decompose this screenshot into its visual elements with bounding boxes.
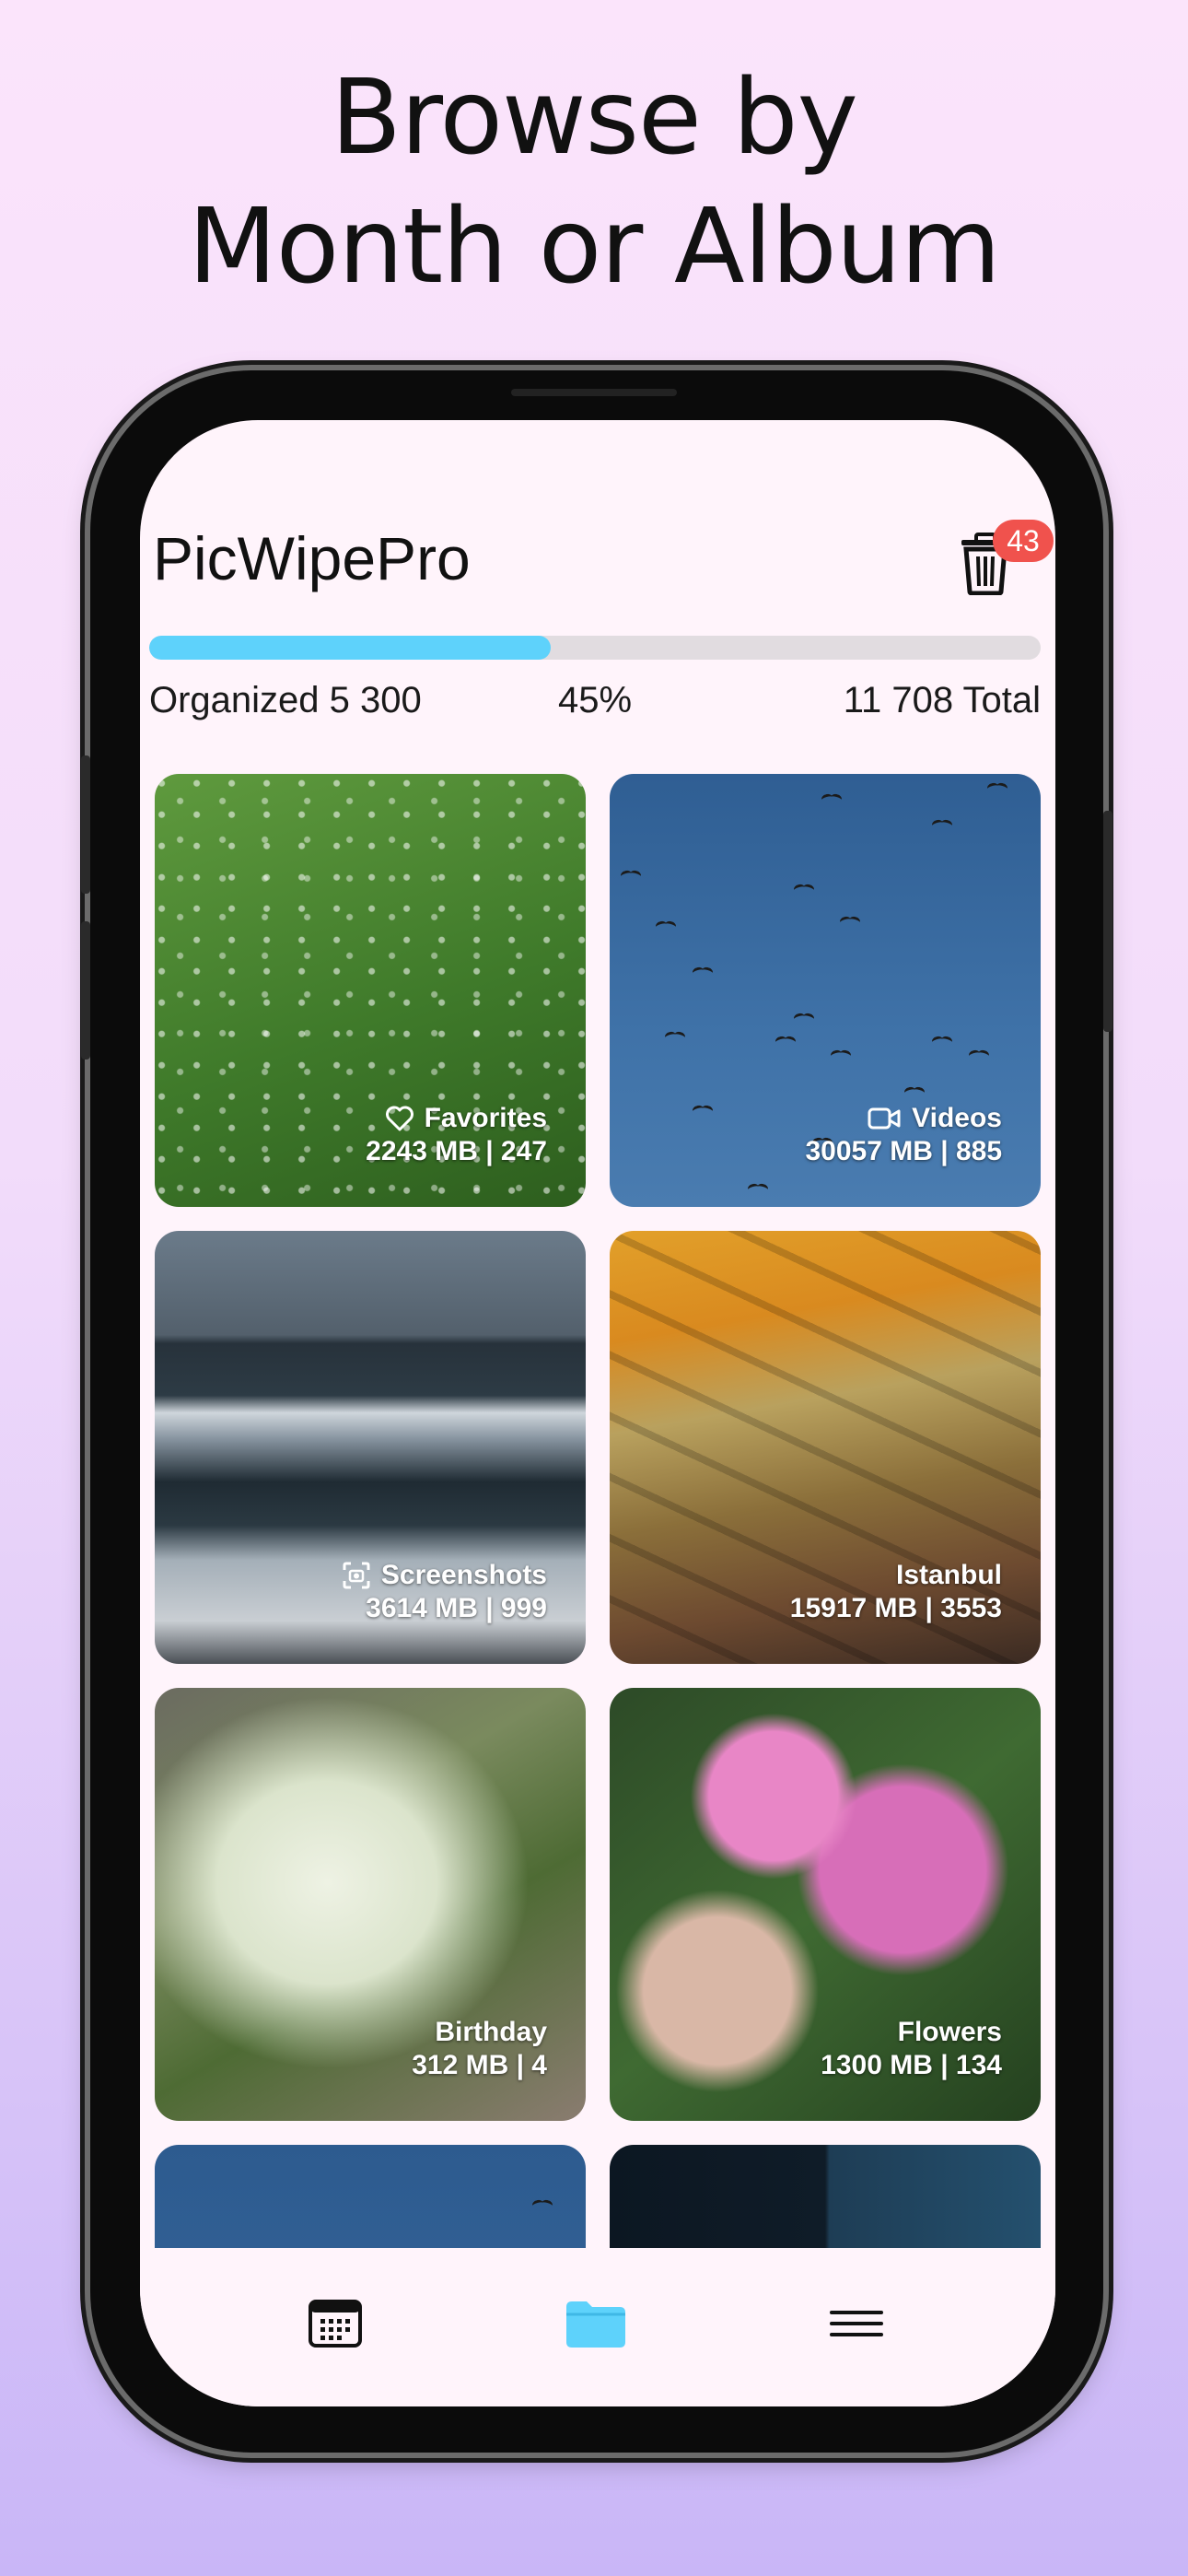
hamburger-menu-icon bbox=[830, 2311, 883, 2336]
tab-albums[interactable] bbox=[559, 2287, 633, 2360]
album-stats: 1300 MB | 134 bbox=[821, 2050, 1002, 2080]
phone-volume-button bbox=[81, 755, 90, 894]
tab-calendar[interactable] bbox=[298, 2287, 372, 2360]
album-thumbnail bbox=[155, 2145, 586, 2248]
phone-speaker bbox=[511, 389, 677, 396]
album-tile-partial[interactable] bbox=[610, 2145, 1041, 2248]
video-camera-icon bbox=[868, 1107, 901, 1130]
album-stats: 30057 MB | 885 bbox=[805, 1136, 1002, 1166]
album-tile-videos[interactable]: Videos 30057 MB | 885 bbox=[610, 774, 1041, 1207]
album-tile-flowers[interactable]: Flowers 1300 MB | 134 bbox=[610, 1688, 1041, 2121]
total-count: 11 708 Total bbox=[843, 680, 1041, 720]
album-name: Screenshots bbox=[380, 1560, 547, 1590]
app-title: PicWipePro bbox=[153, 524, 471, 592]
album-stats: 15917 MB | 3553 bbox=[789, 1593, 1002, 1623]
promo-headline: Browse by Month or Album bbox=[0, 53, 1188, 311]
album-tile-favorites[interactable]: Favorites 2243 MB | 247 bbox=[155, 774, 586, 1207]
album-tile-screenshots[interactable]: Screenshots 3614 MB | 999 bbox=[155, 1231, 586, 1664]
album-stats: 312 MB | 4 bbox=[412, 2050, 547, 2080]
heart-icon bbox=[385, 1106, 413, 1131]
trash-count-badge: 43 bbox=[993, 520, 1054, 562]
headline-line-2: Month or Album bbox=[188, 187, 1001, 307]
headline-line-1: Browse by bbox=[331, 58, 858, 178]
album-tile-partial[interactable] bbox=[155, 2145, 586, 2248]
progress-fill bbox=[149, 636, 551, 660]
app-screen: PicWipePro 43 Organized 5 300 45% 11 708… bbox=[140, 420, 1055, 2406]
album-caption: Favorites 2243 MB | 247 bbox=[366, 1102, 547, 1168]
album-stats: 2243 MB | 247 bbox=[366, 1136, 547, 1166]
album-caption: Flowers 1300 MB | 134 bbox=[821, 2016, 1002, 2082]
album-grid: Favorites 2243 MB | 247 Videos 30057 MB … bbox=[155, 774, 1041, 2248]
organize-progress-bar bbox=[149, 636, 1041, 660]
tab-bar bbox=[140, 2248, 1055, 2406]
album-tile-istanbul[interactable]: Istanbul 15917 MB | 3553 bbox=[610, 1231, 1041, 1664]
phone-volume-button bbox=[81, 921, 90, 1060]
album-name: Birthday bbox=[435, 2017, 547, 2047]
album-name: Flowers bbox=[897, 2017, 1002, 2047]
album-caption: Istanbul 15917 MB | 3553 bbox=[790, 1559, 1002, 1625]
album-name: Istanbul bbox=[895, 1560, 1002, 1590]
album-caption: Videos 30057 MB | 885 bbox=[805, 1102, 1002, 1168]
phone-side-button bbox=[1103, 811, 1112, 1032]
album-tile-birthday[interactable]: Birthday 312 MB | 4 bbox=[155, 1688, 586, 2121]
folder-icon bbox=[566, 2301, 625, 2348]
trash-button[interactable]: 43 bbox=[950, 512, 1054, 604]
calendar-icon bbox=[309, 2300, 362, 2348]
album-name: Videos bbox=[912, 1103, 1002, 1133]
tab-menu[interactable] bbox=[820, 2287, 893, 2360]
album-thumbnail bbox=[610, 2145, 1041, 2248]
progress-stats: Organized 5 300 45% 11 708 Total bbox=[149, 680, 1041, 726]
screenshot-icon bbox=[343, 1562, 370, 1589]
album-caption: Screenshots 3614 MB | 999 bbox=[343, 1559, 547, 1625]
album-name: Favorites bbox=[424, 1103, 547, 1133]
album-stats: 3614 MB | 999 bbox=[366, 1593, 547, 1623]
album-caption: Birthday 312 MB | 4 bbox=[412, 2016, 547, 2082]
